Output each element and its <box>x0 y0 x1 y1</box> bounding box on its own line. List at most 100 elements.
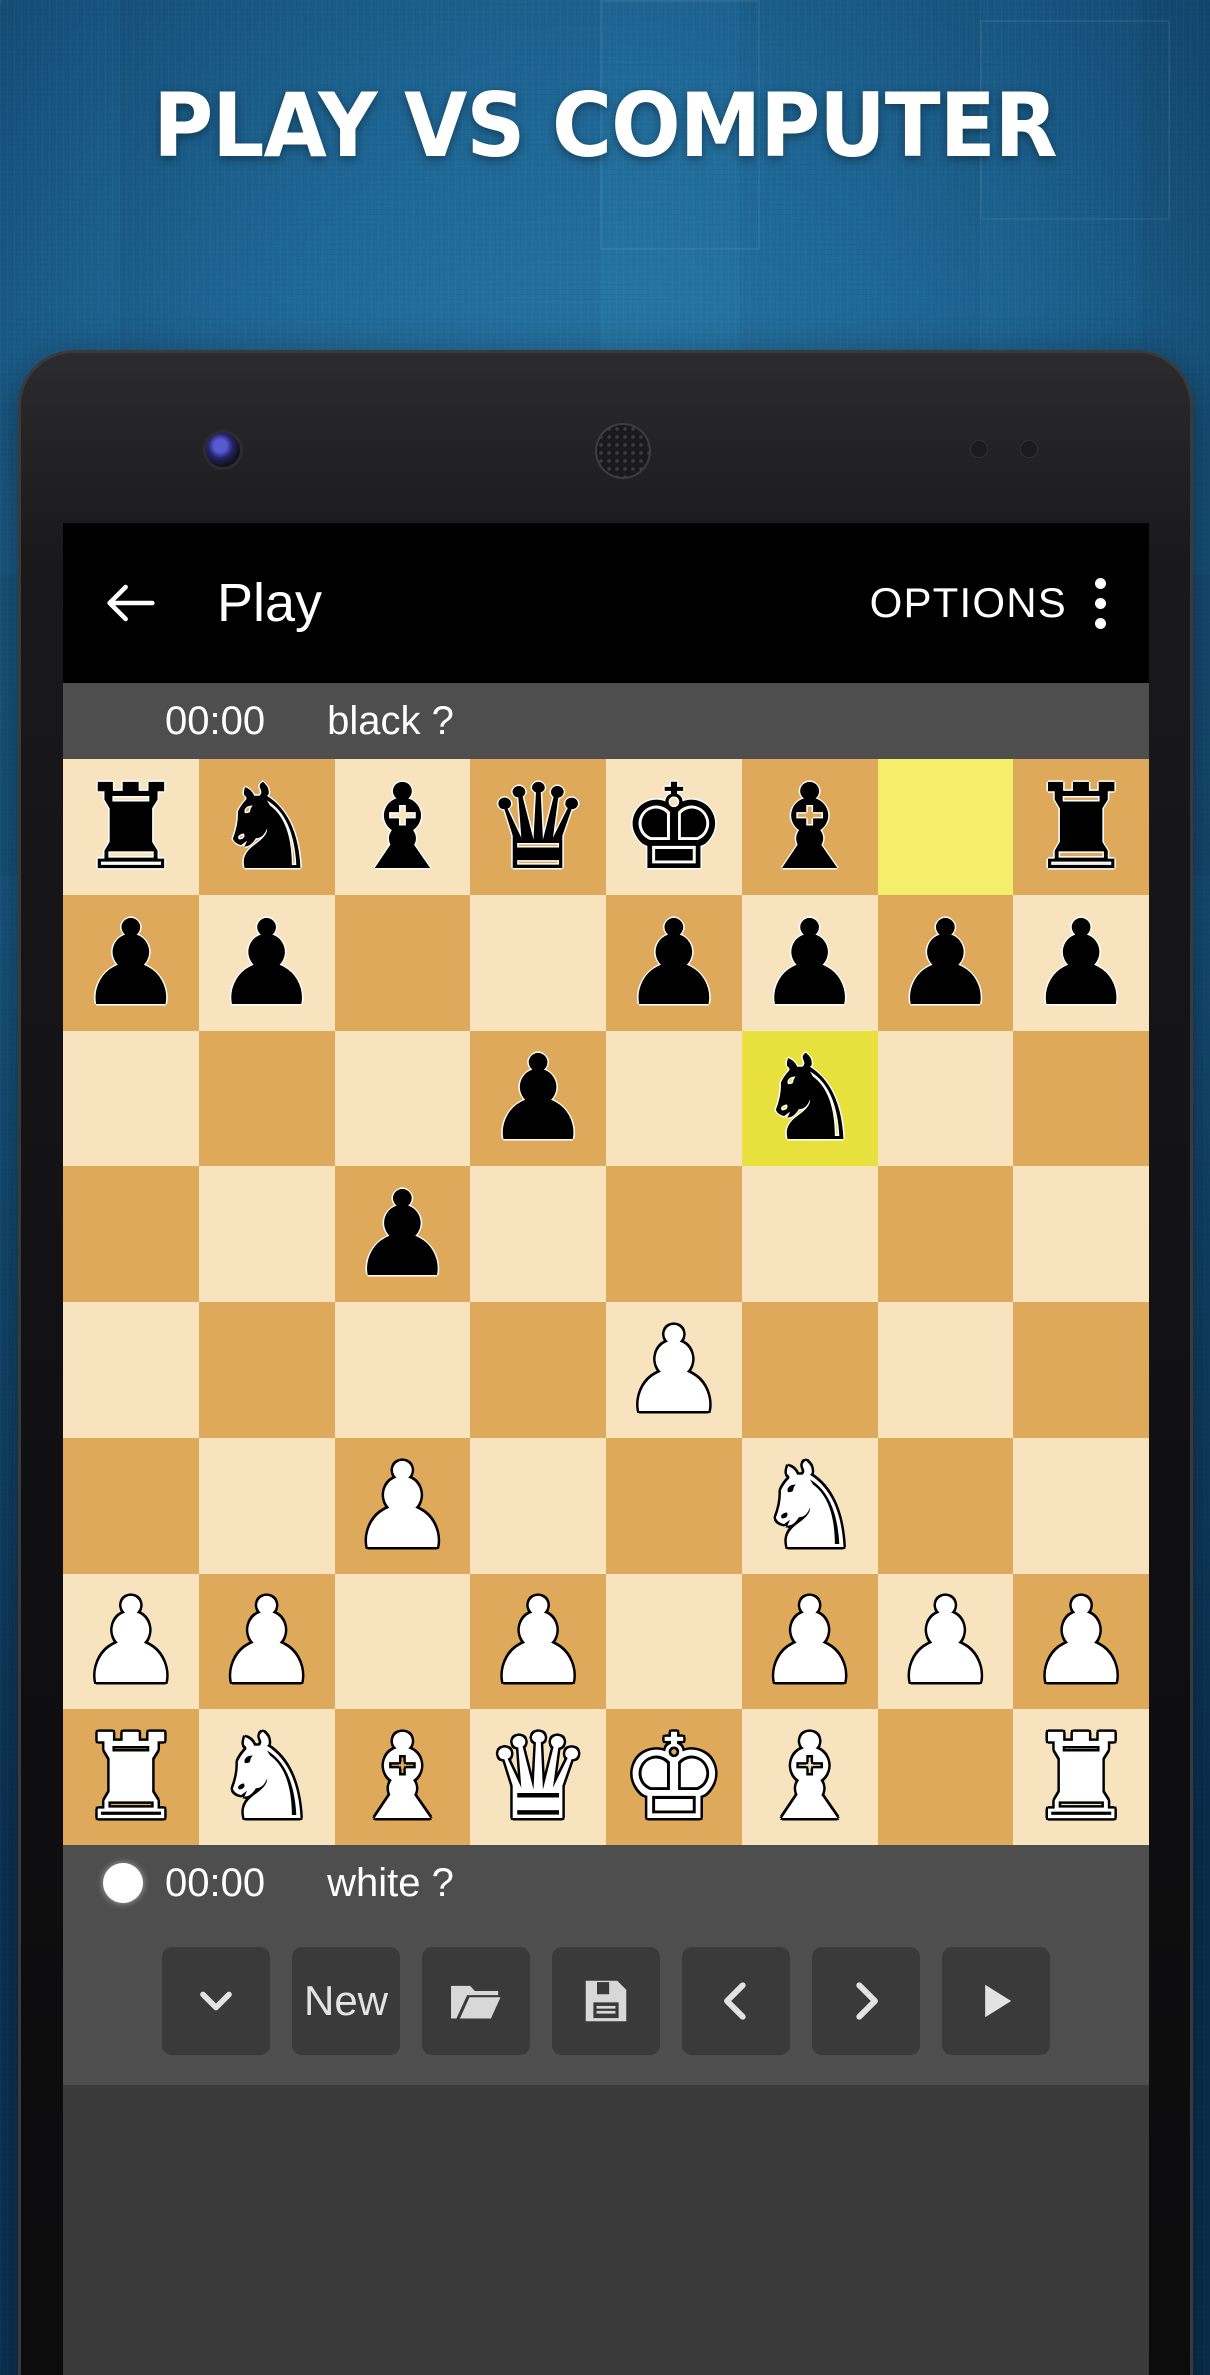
board-square[interactable]: ♟ <box>1013 893 1149 1032</box>
chess-piece: ♜ <box>77 757 184 896</box>
board-square[interactable]: ♝ <box>741 757 878 896</box>
chess-piece: ♟ <box>620 893 727 1032</box>
board-square[interactable] <box>63 1302 199 1438</box>
board-square[interactable] <box>470 1166 606 1302</box>
chess-piece: ♟ <box>485 1029 592 1168</box>
board-square[interactable]: ♟ <box>63 894 199 1031</box>
board-square[interactable]: ♟ <box>877 893 1014 1032</box>
board-square[interactable] <box>198 1030 335 1167</box>
control-label: New <box>303 1977 389 2024</box>
board-square[interactable]: ♟ <box>741 1573 878 1710</box>
options-button[interactable]: OPTIONS <box>870 579 1067 627</box>
board-square[interactable]: ♜ <box>63 759 199 895</box>
board-square[interactable]: ♛ <box>470 1709 606 1845</box>
arrow-left-icon[interactable] <box>99 571 163 635</box>
board-square[interactable]: ♞ <box>198 759 335 895</box>
board-square[interactable] <box>63 1030 199 1167</box>
board-square[interactable] <box>877 1166 1014 1302</box>
board-square[interactable] <box>606 1030 742 1167</box>
chess-piece: ♟ <box>892 893 999 1032</box>
chess-board[interactable]: ♜ ♞ ♝ ♛ ♚ ♝ ♜ ♟ ♟ ♟ ♟ ♟ ♟ ♟ ♞ ♟ ♟ ♟ ♞ ♟ ♟ ♟ ♟ ♟ ♟ ♜ ♞ ♝ ♛ ♚ ♝ ♜ <box>63 759 1149 1845</box>
board-square[interactable] <box>198 1437 335 1574</box>
board-square[interactable] <box>741 1302 878 1438</box>
board-square[interactable]: ♚ <box>606 1709 742 1845</box>
board-square[interactable] <box>606 1437 742 1574</box>
chess-piece: ♟ <box>213 1572 320 1711</box>
board-square[interactable] <box>606 1573 742 1710</box>
board-square[interactable] <box>470 1302 606 1438</box>
top-player-bar: 00:00 black ? <box>63 683 1149 759</box>
collapse-panel-button[interactable] <box>162 1947 270 2055</box>
board-square[interactable] <box>1013 1030 1149 1167</box>
board-square[interactable]: ♚ <box>606 759 742 895</box>
board-square[interactable] <box>877 1437 1014 1574</box>
new-game-button[interactable]: New <box>292 1947 400 2055</box>
board-square[interactable]: ♝ <box>334 757 471 896</box>
save-game-button[interactable] <box>552 1947 660 2055</box>
board-square[interactable]: ♟ <box>470 1029 606 1168</box>
board-square[interactable]: ♟ <box>877 1573 1014 1710</box>
board-square[interactable]: ♟ <box>470 1573 606 1710</box>
board-square[interactable]: ♟ <box>1013 1573 1149 1710</box>
board-square[interactable]: ♟ <box>198 894 335 1031</box>
board-square[interactable]: ♟ <box>606 893 742 1032</box>
board-square[interactable] <box>877 759 1014 895</box>
board-square[interactable]: ♞ <box>741 1030 878 1167</box>
board-square[interactable] <box>877 1709 1014 1845</box>
board-square[interactable]: ♝ <box>741 1708 878 1847</box>
next-move-button[interactable] <box>812 1947 920 2055</box>
bottom-turn-indicator <box>103 1863 143 1903</box>
board-square[interactable]: ♟ <box>606 1302 742 1438</box>
play-button[interactable] <box>942 1947 1050 2055</box>
chess-piece: ♟ <box>1028 893 1135 1032</box>
chess-piece: ♛ <box>485 1708 592 1847</box>
chess-piece: ♜ <box>1028 757 1135 896</box>
chess-piece: ♟ <box>620 1300 727 1439</box>
board-square[interactable] <box>470 894 606 1031</box>
board-square[interactable] <box>198 1166 335 1302</box>
board-square[interactable] <box>877 1030 1014 1167</box>
board-square[interactable]: ♞ <box>741 1437 878 1574</box>
board-square[interactable] <box>63 1166 199 1302</box>
board-square[interactable]: ♟ <box>741 894 878 1031</box>
chess-piece: ♝ <box>756 757 863 896</box>
chess-piece: ♝ <box>756 1708 863 1847</box>
board-square[interactable]: ♟ <box>334 1437 471 1574</box>
board-square[interactable] <box>198 1302 335 1438</box>
board-square[interactable]: ♟ <box>334 1165 471 1304</box>
chess-piece: ♝ <box>349 757 456 896</box>
phone-mockup: Play OPTIONS 00:00 black ? ♜ ♞ ♝ ♛ ♚ ♝ ♜ ♟ ♟ ♟ ♟ ♟ ♟… <box>18 350 1193 2375</box>
folder-open-icon <box>448 1973 504 2029</box>
board-square[interactable]: ♟ <box>198 1572 335 1711</box>
chess-piece: ♟ <box>349 1165 456 1304</box>
board-square[interactable] <box>1013 1302 1149 1438</box>
board-square[interactable] <box>1013 1437 1149 1574</box>
more-vert-icon[interactable] <box>1093 577 1107 629</box>
board-square[interactable]: ♜ <box>63 1709 199 1845</box>
top-player-clock: 00:00 <box>165 698 266 743</box>
bottom-player-name: white ? <box>327 1860 454 1905</box>
light-sensor-icon <box>1021 441 1037 457</box>
board-square[interactable]: ♞ <box>198 1709 335 1845</box>
board-square[interactable] <box>877 1302 1014 1438</box>
floppy-disk-icon <box>579 1974 633 2028</box>
board-square[interactable] <box>334 1573 471 1710</box>
board-square[interactable]: ♜ <box>1013 1709 1149 1845</box>
board-square[interactable] <box>334 1302 471 1438</box>
board-square[interactable]: ♝ <box>334 1708 471 1847</box>
previous-move-button[interactable] <box>682 1947 790 2055</box>
board-square[interactable]: ♛ <box>470 759 606 895</box>
board-square[interactable] <box>334 1030 471 1167</box>
board-square[interactable]: ♜ <box>1013 759 1149 895</box>
bottom-player-clock: 00:00 <box>165 1860 266 1905</box>
board-square[interactable] <box>1013 1166 1149 1302</box>
board-square[interactable]: ♟ <box>63 1573 199 1710</box>
board-square[interactable] <box>334 894 471 1031</box>
open-game-button[interactable] <box>422 1947 530 2055</box>
board-square[interactable] <box>63 1437 199 1574</box>
board-square[interactable] <box>606 1166 742 1302</box>
chevron-right-icon <box>839 1974 893 2028</box>
chess-piece: ♝ <box>349 1708 456 1847</box>
board-square[interactable] <box>741 1166 878 1302</box>
board-square[interactable] <box>470 1437 606 1574</box>
